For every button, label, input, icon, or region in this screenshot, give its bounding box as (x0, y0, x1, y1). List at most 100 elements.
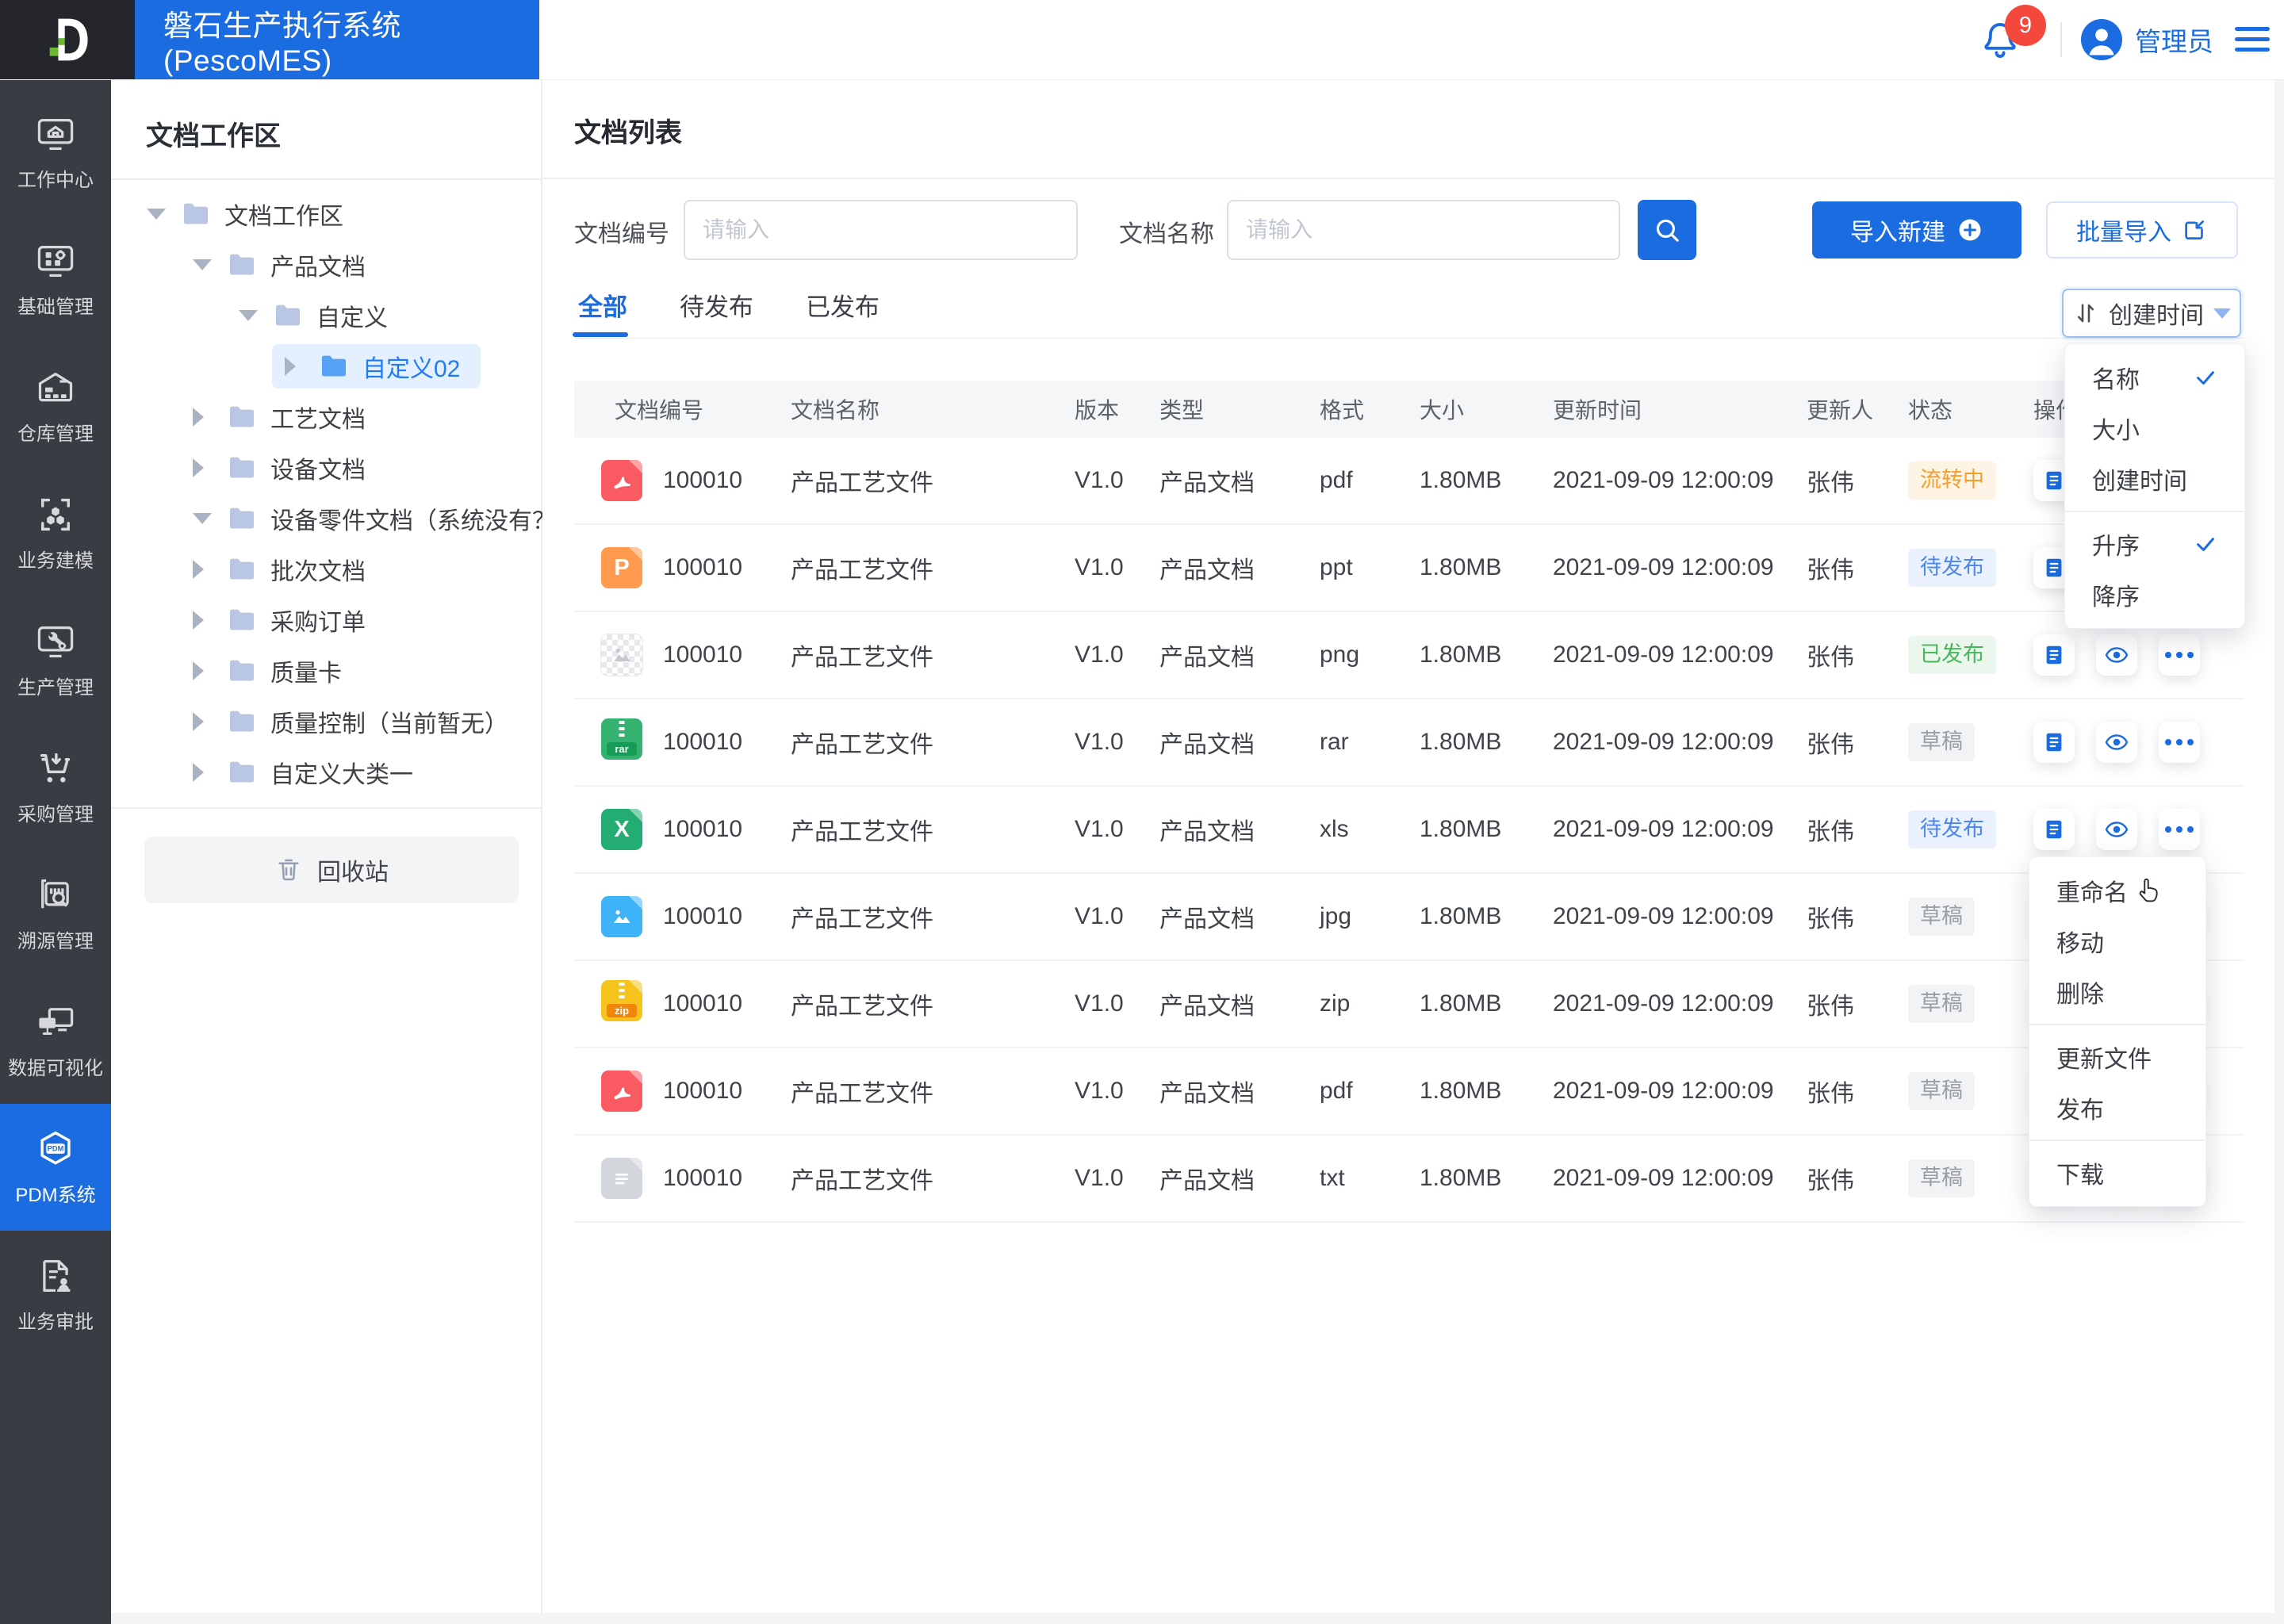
tree-node[interactable]: 自定义大类一 (111, 747, 434, 798)
caret-icon[interactable] (239, 310, 263, 321)
caret-icon[interactable] (193, 259, 217, 270)
tree-node[interactable]: 自定义 (111, 290, 408, 341)
recycle-bin-button[interactable]: 回收站 (144, 837, 519, 903)
sidebar-item[interactable]: 生产管理 (0, 596, 111, 723)
sidebar-item[interactable]: PDM PDM系统 (0, 1104, 111, 1231)
cell-updater: 张伟 (1807, 645, 1854, 671)
pdm-icon: PDM (35, 1128, 76, 1170)
cell-updated: 2021-09-09 12:00:09 (1553, 642, 1774, 668)
table-row: 100010 产品工艺文件 V1.0 产品文档 pdf 1.80MB 2021-… (574, 438, 2244, 525)
tree-node[interactable]: 质量卡 (111, 645, 362, 696)
caret-icon[interactable] (193, 408, 217, 427)
caret-icon[interactable] (147, 209, 171, 220)
status-badge: 草稿 (1908, 1159, 1975, 1197)
tree-node[interactable]: 批次文档 (111, 544, 386, 595)
procurement-icon (35, 748, 76, 789)
cell-doc-name: 产品工艺文件 (791, 732, 933, 758)
zip-file-icon: zip (601, 980, 642, 1021)
row-context-menu: 重命名 移动 删除 更新文件 发布 下载 (2029, 856, 2206, 1207)
user-menu[interactable]: 管理员 (2081, 19, 2213, 60)
preview-button[interactable] (2096, 634, 2137, 676)
more-actions-button[interactable] (2159, 809, 2200, 850)
cell-type: 产品文档 (1159, 470, 1255, 496)
cell-updater: 张伟 (1807, 1168, 1854, 1194)
plus-circle-icon (1959, 219, 1981, 241)
col-doc-name: 文档名称 (791, 398, 880, 423)
context-menu-item[interactable]: 下载 (2029, 1147, 2205, 1198)
document-detail-button[interactable] (2033, 809, 2075, 850)
folder-icon (226, 452, 258, 484)
tree-node[interactable]: 自定义02 (111, 341, 481, 392)
tree-node[interactable]: 工艺文档 (111, 392, 386, 442)
sidebar-item[interactable]: 工作中心 (0, 89, 111, 216)
tree-node[interactable]: 设备文档 (111, 442, 386, 493)
caret-icon[interactable] (193, 458, 217, 477)
doc-name-input[interactable] (1227, 200, 1620, 260)
sort-menu-item[interactable]: 大小 (2065, 403, 2244, 454)
context-menu-item[interactable]: 删除 (2029, 967, 2205, 1017)
table-row: P 100010 产品工艺文件 V1.0 产品文档 ppt 1.80MB 202… (574, 525, 2244, 612)
basic-mgmt-icon (35, 240, 76, 282)
cell-type: 产品文档 (1159, 645, 1255, 671)
context-menu-item[interactable]: 发布 (2029, 1082, 2205, 1133)
tree-node[interactable]: 产品文档 (111, 239, 386, 290)
doc-no-input[interactable] (684, 200, 1078, 260)
sidebar-item[interactable]: 业务建模 (0, 469, 111, 596)
cell-type: 产品文档 (1159, 732, 1255, 758)
tree-node[interactable]: 采购订单 (111, 595, 386, 645)
cell-format: pdf (1320, 467, 1353, 493)
sidebar-item[interactable]: 基础管理 (0, 216, 111, 343)
menu-hamburger-icon[interactable] (2235, 27, 2270, 52)
cell-size: 1.80MB (1420, 816, 1502, 842)
logo-icon (49, 18, 88, 61)
tab[interactable]: 全部 (578, 287, 627, 323)
cell-size: 1.80MB (1420, 642, 1502, 668)
document-detail-button[interactable] (2033, 634, 2075, 676)
document-detail-button[interactable] (2033, 722, 2075, 763)
import-new-button[interactable]: 导入新建 (1812, 201, 2021, 259)
cell-version: V1.0 (1075, 554, 1124, 580)
caret-icon[interactable] (193, 763, 217, 782)
doc-no-label: 文档编号 (574, 221, 669, 247)
sidebar-item[interactable]: 溯源管理 (0, 850, 111, 977)
caret-icon[interactable] (193, 661, 217, 680)
sidebar-item[interactable]: 数据可视化 (0, 977, 111, 1104)
import-arrow-icon (2185, 220, 2204, 239)
recycle-bin-label: 回收站 (317, 860, 389, 886)
doc-name-label: 文档名称 (1119, 221, 1214, 247)
sidebar-item[interactable]: 采购管理 (0, 723, 111, 850)
more-actions-button[interactable] (2159, 634, 2200, 676)
caret-icon[interactable] (193, 611, 217, 630)
context-menu-item[interactable]: 重命名 (2029, 865, 2205, 916)
tree-node[interactable]: 质量控制（当前暂无） (111, 696, 529, 747)
cell-updated: 2021-09-09 12:00:09 (1553, 903, 1774, 929)
context-menu-item[interactable]: 移动 (2029, 916, 2205, 967)
sort-menu-item[interactable]: 创建时间 (2065, 454, 2244, 504)
caret-icon[interactable] (285, 357, 308, 376)
tree-node[interactable]: 设备零件文档（系统没有？） (111, 493, 600, 544)
sort-menu-item[interactable]: 升序 (2065, 519, 2244, 569)
sort-menu-item[interactable]: 降序 (2065, 569, 2244, 620)
cell-doc-no: 100010 (663, 467, 743, 493)
preview-button[interactable] (2096, 722, 2137, 763)
cell-type: 产品文档 (1159, 819, 1255, 845)
cell-version: V1.0 (1075, 729, 1124, 755)
sort-menu-item[interactable]: 名称 (2065, 352, 2244, 403)
caret-icon[interactable] (193, 513, 217, 524)
context-menu-item[interactable]: 更新文件 (2029, 1032, 2205, 1082)
sidebar-item[interactable]: 业务审批 (0, 1231, 111, 1358)
tab[interactable]: 待发布 (680, 287, 753, 323)
cell-size: 1.80MB (1420, 554, 1502, 580)
batch-import-button[interactable]: 批量导入 (2046, 201, 2238, 259)
caret-icon[interactable] (193, 712, 217, 731)
preview-button[interactable] (2096, 809, 2137, 850)
more-actions-button[interactable] (2159, 722, 2200, 763)
menu-divider (2029, 1139, 2205, 1141)
table-row: 100010 产品工艺文件 V1.0 产品文档 pdf 1.80MB 2021-… (574, 1048, 2244, 1136)
sidebar-item[interactable]: 仓库管理 (0, 343, 111, 469)
search-button[interactable] (1638, 200, 1696, 260)
sort-button[interactable]: 创建时间 (2062, 289, 2241, 338)
tab[interactable]: 已发布 (806, 287, 879, 323)
caret-icon[interactable] (193, 560, 217, 579)
tree-node[interactable]: 文档工作区 (111, 189, 364, 239)
